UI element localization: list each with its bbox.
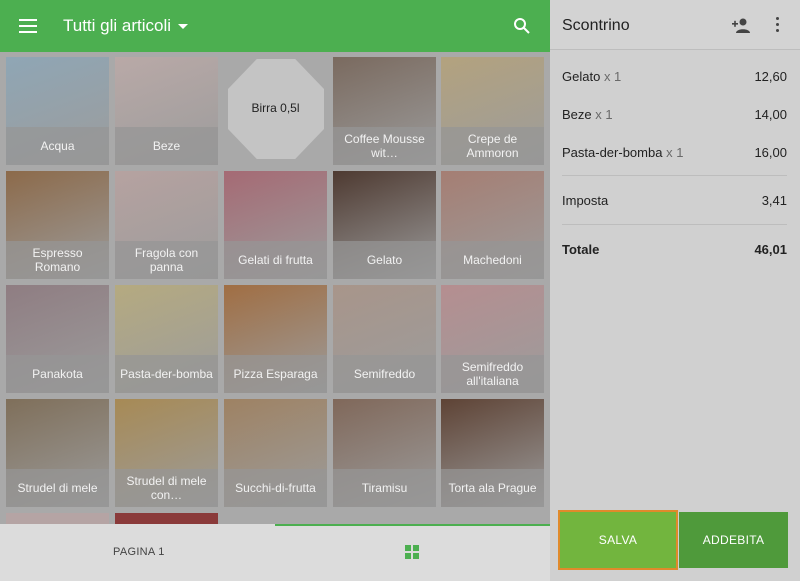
product-tile[interactable]: Tiramisu: [333, 399, 436, 507]
product-label: Torta ala Prague: [441, 469, 544, 507]
tax-amount: 3,41: [761, 193, 787, 208]
product-tile[interactable]: Espresso Romano: [6, 171, 109, 279]
product-tile[interactable]: Pizza Esparaga: [224, 285, 327, 393]
grid-view-icon[interactable]: [405, 545, 419, 559]
tax-row: Imposta 3,41: [562, 193, 787, 208]
save-button[interactable]: SALVA: [558, 510, 678, 570]
product-panel: Tutti gli articoli Acqua Beze Birra 0,5l…: [0, 0, 550, 581]
product-label: Pizza Esparaga: [224, 355, 327, 393]
product-tile[interactable]: Machedoni: [441, 171, 544, 279]
product-label: Acqua: [6, 127, 109, 165]
divider: [562, 224, 787, 225]
product-label: Crepe de Ammoron: [441, 127, 544, 165]
add-customer-icon[interactable]: [731, 17, 751, 33]
item-name: Gelato: [562, 69, 601, 84]
total-label: Totale: [562, 242, 600, 257]
product-tile[interactable]: Torta ala Prague: [441, 399, 544, 507]
dropdown-caret-icon[interactable]: [178, 24, 188, 29]
product-label: Panakota: [6, 355, 109, 393]
product-label: Strudel di mele: [6, 469, 109, 507]
item-amount: 12,60: [754, 69, 787, 84]
product-tile[interactable]: Pasta-der-bomba: [115, 285, 218, 393]
item-qty: x 1: [595, 107, 613, 122]
product-tile-partial[interactable]: [6, 513, 109, 524]
product-tile-partial[interactable]: [115, 513, 218, 524]
product-tile[interactable]: Crepe de Ammoron: [441, 57, 544, 165]
item-name: Beze: [562, 107, 592, 122]
product-label: Espresso Romano: [6, 241, 109, 279]
product-label: Beze: [115, 127, 218, 165]
product-label: Coffee Mousse wit…: [333, 127, 436, 165]
page-label[interactable]: PAGINA 1: [113, 546, 165, 558]
product-label: Machedoni: [441, 241, 544, 279]
pagination-bar: PAGINA 1: [0, 524, 550, 581]
product-label: Birra 0,5l: [251, 101, 300, 115]
product-tile[interactable]: Coffee Mousse wit…: [333, 57, 436, 165]
product-tile[interactable]: Beze: [115, 57, 218, 165]
charge-button[interactable]: ADDEBITA: [679, 512, 788, 568]
item-qty: x 1: [603, 69, 622, 84]
item-amount: 14,00: [754, 107, 787, 122]
menu-icon[interactable]: [19, 19, 37, 33]
total-amount: 46,01: [754, 242, 787, 257]
product-tile[interactable]: Gelati di frutta: [224, 171, 327, 279]
product-grid: Acqua Beze Birra 0,5l Coffee Mousse wit……: [0, 52, 550, 524]
product-tile[interactable]: Strudel di mele: [6, 399, 109, 507]
product-tile[interactable]: Semifreddo: [333, 285, 436, 393]
receipt-line[interactable]: Pasta-der-bomba x 1 16,00: [562, 145, 787, 160]
product-tile[interactable]: Birra 0,5l: [224, 57, 327, 165]
product-tile[interactable]: Strudel di mele con…: [115, 399, 218, 507]
search-icon[interactable]: [513, 17, 531, 35]
product-label: Fragola con panna: [115, 241, 218, 279]
item-amount: 16,00: [754, 145, 787, 160]
receipt-panel: Scontrino Gelato x 1 12,60 Beze x 1 14,0…: [550, 0, 800, 581]
item-qty: x 1: [666, 145, 684, 160]
product-tile[interactable]: Panakota: [6, 285, 109, 393]
receipt-title: Scontrino: [562, 17, 630, 34]
product-label: Gelati di frutta: [224, 241, 327, 279]
product-label: Strudel di mele con…: [115, 469, 218, 507]
receipt-line[interactable]: Beze x 1 14,00: [562, 107, 787, 122]
tax-label: Imposta: [562, 193, 609, 208]
product-label: Semifreddo: [333, 355, 436, 393]
product-label: Tiramisu: [333, 469, 436, 507]
item-name: Pasta-der-bomba: [562, 145, 663, 160]
receipt-line[interactable]: Gelato x 1 12,60: [562, 69, 787, 84]
product-label: Succhi-di-frutta: [224, 469, 327, 507]
total-row: Totale 46,01: [562, 242, 787, 257]
product-tile[interactable]: Fragola con panna: [115, 171, 218, 279]
page-indicator: [275, 524, 550, 526]
receipt-header: Scontrino: [550, 0, 800, 50]
divider: [562, 175, 787, 176]
category-title[interactable]: Tutti gli articoli: [63, 16, 171, 36]
product-tile[interactable]: Gelato: [333, 171, 436, 279]
product-label: Pasta-der-bomba: [115, 355, 218, 393]
product-tile[interactable]: Semifreddo all'italiana: [441, 285, 544, 393]
top-app-bar: Tutti gli articoli: [0, 0, 550, 52]
product-label: Gelato: [333, 241, 436, 279]
product-tile[interactable]: Acqua: [6, 57, 109, 165]
product-tile[interactable]: Succhi-di-frutta: [224, 399, 327, 507]
product-label: Semifreddo all'italiana: [441, 355, 544, 393]
more-options-icon[interactable]: [776, 17, 780, 33]
